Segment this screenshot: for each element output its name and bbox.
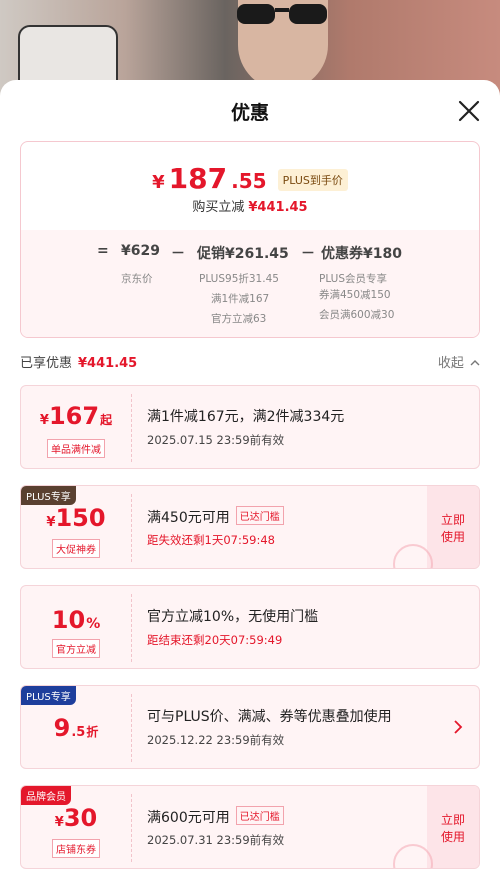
coupon-amount-unit: 折 (86, 725, 99, 739)
coupon-divider (131, 794, 132, 862)
coupon-validity: 2025.07.15 23:59前有效 (147, 433, 285, 447)
price-integer: 187 (168, 162, 228, 195)
use-now-button[interactable]: 立即 使用 (427, 486, 479, 568)
promo-line: 满1件减167 (211, 293, 270, 305)
coupon-card[interactable]: 品牌会员 ¥30 店铺东券 满600元可用 已达门槛 2025.07.31 23:… (20, 785, 480, 869)
coupon-amount-value: 10 (51, 606, 86, 634)
formula-coupon: 优惠券¥180 (321, 246, 402, 262)
close-icon[interactable] (457, 99, 481, 123)
sheet-title: 优惠 (230, 102, 269, 124)
discount-sheet: 优惠 ¥ 187 .55 PLUS到手价 购买立减 ¥441.45 = ¥629 … (0, 80, 500, 887)
jd-price-label: 京东价 (121, 273, 153, 285)
coupon-value-area: 9.5折 (21, 686, 131, 768)
buy-discount-line: 购买立减 ¥441.45 (21, 196, 479, 215)
formula-minus-2: － (301, 246, 315, 262)
enjoyed-amount: ¥441.45 (78, 356, 138, 371)
coupon-amount-value: 150 (55, 504, 106, 532)
enjoyed-discount-row: 已享优惠 ¥441.45 收起 (20, 352, 480, 372)
coupon-type-tag: 大促神券 (52, 539, 100, 558)
coupon-currency: ¥ (54, 815, 64, 830)
coupon-amount: ¥167起 (21, 402, 131, 430)
chevron-up-icon (470, 360, 480, 366)
coupon-amount-value: 167 (48, 402, 100, 430)
price-decimal: .55 (231, 169, 267, 193)
coupon-amount: 9.5折 (21, 714, 131, 742)
coupon-amount-unit: % (86, 616, 101, 632)
coupon-amount: 10% (21, 606, 131, 634)
coupon-divider (131, 694, 132, 762)
coupon-title: 官方立减10%，无使用门槛 (147, 609, 319, 625)
buy-discount-label: 购买立减 (192, 200, 245, 215)
collapse-button[interactable]: 收起 (438, 352, 480, 371)
coupon-countdown: 距结束还剩20天07:59:49 (147, 633, 283, 647)
coupon-amount: ¥150 (21, 504, 131, 532)
price-summary-card: ¥ 187 .55 PLUS到手价 购买立减 ¥441.45 = ¥629 － 促… (20, 141, 480, 338)
coupon-amount-decimal: .5 (71, 725, 86, 740)
use-now-label: 使用 (440, 830, 465, 844)
coupon-amount-value: 30 (63, 804, 98, 832)
coupon-line: 会员满600减30 (319, 309, 395, 321)
use-now-label: 立即 (440, 513, 465, 527)
coupon-value-area: 10% 官方立减 (21, 586, 131, 668)
coupon-type-tag: 店铺东券 (52, 839, 100, 858)
coupon-amount-unit: 起 (100, 413, 113, 427)
chevron-right-icon[interactable] (453, 720, 463, 734)
formula-jd-price: ¥629 (121, 243, 160, 259)
plus-price-badge: PLUS到手价 (277, 169, 348, 191)
coupon-amount: ¥30 (21, 804, 131, 832)
coupon-title-text: 满600元可用 (147, 810, 230, 826)
threshold-reached-tag: 已达门槛 (235, 806, 284, 825)
promo-line: PLUS95折31.45 (199, 273, 279, 285)
coupon-validity: 2025.12.22 23:59前有效 (147, 733, 285, 747)
formula-equals: = (97, 243, 109, 259)
coupon-validity: 2025.07.31 23:59前有效 (147, 833, 285, 847)
threshold-reached-tag: 已达门槛 (235, 506, 284, 525)
use-now-label: 使用 (440, 530, 465, 544)
coupon-countdown: 距失效还剩1天07:59:48 (147, 533, 275, 547)
coupon-divider (131, 494, 132, 562)
price-currency: ¥ (152, 172, 165, 193)
coupon-title-text: 满450元可用 (147, 510, 230, 526)
use-now-button[interactable]: 立即 使用 (427, 786, 479, 868)
coupon-title: 满1件减167元，满2件减334元 (147, 409, 345, 425)
sunglasses-graphic (237, 4, 327, 24)
coupon-divider (131, 594, 132, 662)
coupon-value-area: ¥30 店铺东券 (21, 786, 131, 868)
coupon-type-tag: 单品满件减 (47, 439, 105, 458)
coupon-line: PLUS会员专享 (319, 273, 388, 285)
coupon-divider (131, 394, 132, 462)
coupon-title: 满600元可用 已达门槛 (147, 806, 284, 827)
coupon-line: 券满450减150 (319, 289, 391, 301)
coupon-value-area: ¥167起 单品满件减 (21, 386, 131, 468)
coupon-title: 可与PLUS价、满减、券等优惠叠加使用 (147, 709, 392, 725)
coupon-card[interactable]: ¥167起 单品满件减 满1件减167元，满2件减334元 2025.07.15… (20, 385, 480, 469)
coupon-card[interactable]: PLUS专享 9.5折 可与PLUS价、满减、券等优惠叠加使用 2025.12.… (20, 685, 480, 769)
final-price: ¥ 187 .55 PLUS到手价 (21, 162, 479, 195)
formula-minus-1: － (171, 246, 185, 262)
coupon-title: 满450元可用 已达门槛 (147, 506, 284, 527)
use-now-label: 立即 (440, 813, 465, 827)
promo-line: 官方立减63 (211, 313, 267, 325)
coupon-currency: ¥ (39, 413, 49, 428)
coupon-card[interactable]: 10% 官方立减 官方立减10%，无使用门槛 距结束还剩20天07:59:49 (20, 585, 480, 669)
coupon-type-tag: 官方立减 (52, 639, 100, 658)
coupon-amount-value: 9 (53, 714, 71, 742)
enjoyed-label: 已享优惠 (20, 356, 73, 371)
collapse-label: 收起 (437, 356, 464, 371)
buy-discount-amount: ¥441.45 (248, 200, 308, 215)
formula-promo: 促销¥261.45 (197, 246, 289, 262)
coupon-card[interactable]: PLUS专享 ¥150 大促神券 满450元可用 已达门槛 距失效还剩1天07:5… (20, 485, 480, 569)
coupon-value-area: ¥150 大促神券 (21, 486, 131, 568)
